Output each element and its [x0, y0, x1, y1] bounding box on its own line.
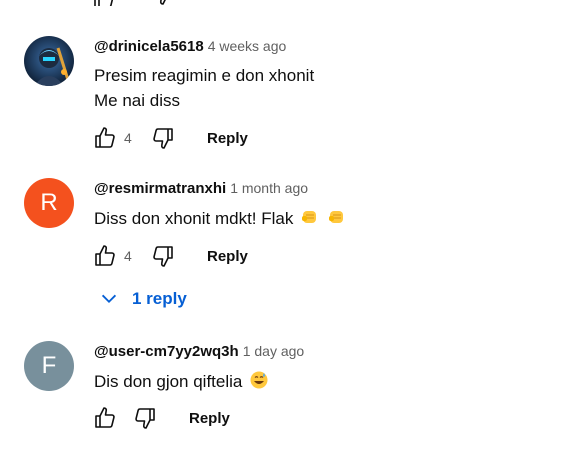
- comment-time[interactable]: 4 weeks ago: [208, 38, 287, 54]
- view-replies-button[interactable]: 1 reply: [98, 288, 187, 310]
- comment-text: Dis don gjon qiftelia: [94, 369, 269, 397]
- like-button[interactable]: [91, 242, 119, 270]
- comment-author[interactable]: @drinicela5618: [94, 38, 204, 55]
- comment-author[interactable]: @user-cm7yy2wq3h: [94, 343, 239, 360]
- reply-button[interactable]: Reply: [189, 410, 230, 427]
- avatar[interactable]: R: [24, 178, 74, 228]
- previous-comment-actions: [92, 0, 292, 6]
- replies-count-label: 1 reply: [132, 289, 187, 308]
- dislike-button[interactable]: [149, 242, 177, 270]
- like-count: 4: [124, 130, 132, 146]
- profile-image-icon: [24, 36, 74, 86]
- comment-time[interactable]: 1 month ago: [230, 180, 308, 196]
- avatar-letter: F: [41, 352, 57, 379]
- chevron-down-icon: [101, 294, 117, 304]
- like-button[interactable]: [91, 404, 119, 432]
- like-icon: [95, 245, 115, 266]
- comment-line: Diss don xhonit mdkt! Flak: [94, 209, 294, 228]
- avatar[interactable]: [24, 36, 74, 86]
- dislike-button[interactable]: [131, 404, 159, 432]
- reply-button[interactable]: Reply: [207, 130, 248, 147]
- like-icon: [95, 127, 115, 148]
- comment-text: Presim reagimin e don xhonit Me nai diss: [94, 63, 314, 113]
- comment-line: Dis don gjon qiftelia: [94, 372, 243, 391]
- oncoming-fist-emoji-icon: [327, 207, 347, 234]
- dislike-icon: [135, 408, 155, 429]
- comment-time[interactable]: 1 day ago: [243, 343, 305, 359]
- dislike-button[interactable]: [149, 124, 177, 152]
- dislike-icon: [153, 246, 173, 267]
- comment-text: Diss don xhonit mdkt! Flak: [94, 206, 347, 234]
- comment-line: Presim reagimin e don xhonit: [94, 66, 315, 85]
- like-count: 4: [124, 248, 132, 264]
- avatar[interactable]: F: [24, 341, 74, 391]
- reply-button[interactable]: Reply: [207, 248, 248, 265]
- like-icon[interactable]: [92, 0, 116, 6]
- like-icon: [95, 407, 115, 428]
- oncoming-fist-emoji-icon: [300, 207, 320, 234]
- like-button[interactable]: [91, 124, 119, 152]
- comment-line: Me nai diss: [94, 91, 180, 110]
- dislike-icon: [153, 128, 173, 149]
- dislike-icon[interactable]: [150, 0, 174, 6]
- avatar-letter: R: [40, 189, 58, 216]
- grinning-face-with-sweat-emoji-icon: [249, 370, 269, 397]
- comment-author[interactable]: @resmirmatranxhi: [94, 180, 226, 197]
